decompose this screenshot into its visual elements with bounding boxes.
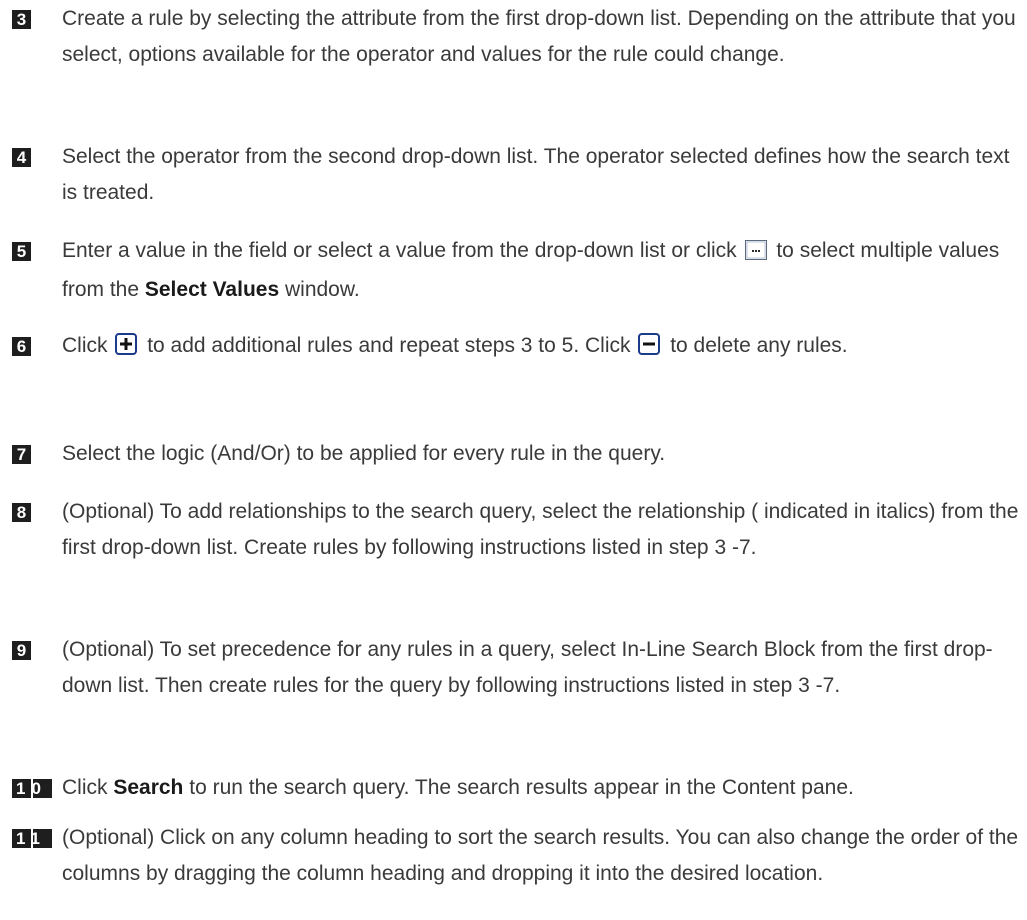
step-text: Click to add additional rules and repeat…	[62, 328, 1024, 367]
ellipsis-button-icon	[744, 236, 767, 272]
step-number-badge: 9	[12, 641, 31, 660]
step-text-part: Enter a value in the field or select a v…	[62, 239, 737, 262]
step-number-badge: 3	[12, 10, 31, 29]
step-text-part: to run the search query. The search resu…	[189, 776, 854, 799]
select-values-window-label: Select Values	[144, 278, 280, 301]
step-text-part: to delete any rules.	[670, 334, 848, 357]
step-number-text: 10	[16, 779, 47, 798]
step-number-badge: 6	[12, 337, 31, 356]
step-text: (Optional) Click on any column heading t…	[62, 826, 1019, 885]
step-text-part: Click	[62, 776, 108, 799]
step-text: Select the operator from the second drop…	[62, 145, 1010, 204]
step-text-part: to add additional rules and repeat steps…	[147, 334, 631, 357]
step-text: Select the logic (And/Or) to be applied …	[62, 442, 666, 465]
step-number-badge: 5	[12, 242, 31, 261]
step-number-badge: 10	[12, 779, 52, 798]
step-number-text: 11	[16, 829, 46, 848]
step-number-badge: 7	[12, 445, 31, 464]
search-button-label: Search	[113, 776, 184, 799]
step-text: (Optional) To set precedence for any rul…	[62, 638, 993, 697]
step-number-badge: 4	[12, 148, 31, 167]
step-number-badge: 8	[12, 503, 31, 522]
step-text: Click Search to run the search query. Th…	[62, 770, 1024, 806]
step-text-part: Click	[62, 334, 108, 357]
step-text: Enter a value in the field or select a v…	[62, 233, 1024, 308]
plus-button-icon	[115, 331, 138, 367]
step-text-part: window.	[284, 278, 360, 301]
step-text: (Optional) To add relationships to the s…	[62, 500, 1019, 559]
step-text: Create a rule by selecting the attribute…	[62, 7, 1016, 66]
step-number-badge: 11	[12, 829, 52, 848]
minus-button-icon	[638, 331, 661, 367]
